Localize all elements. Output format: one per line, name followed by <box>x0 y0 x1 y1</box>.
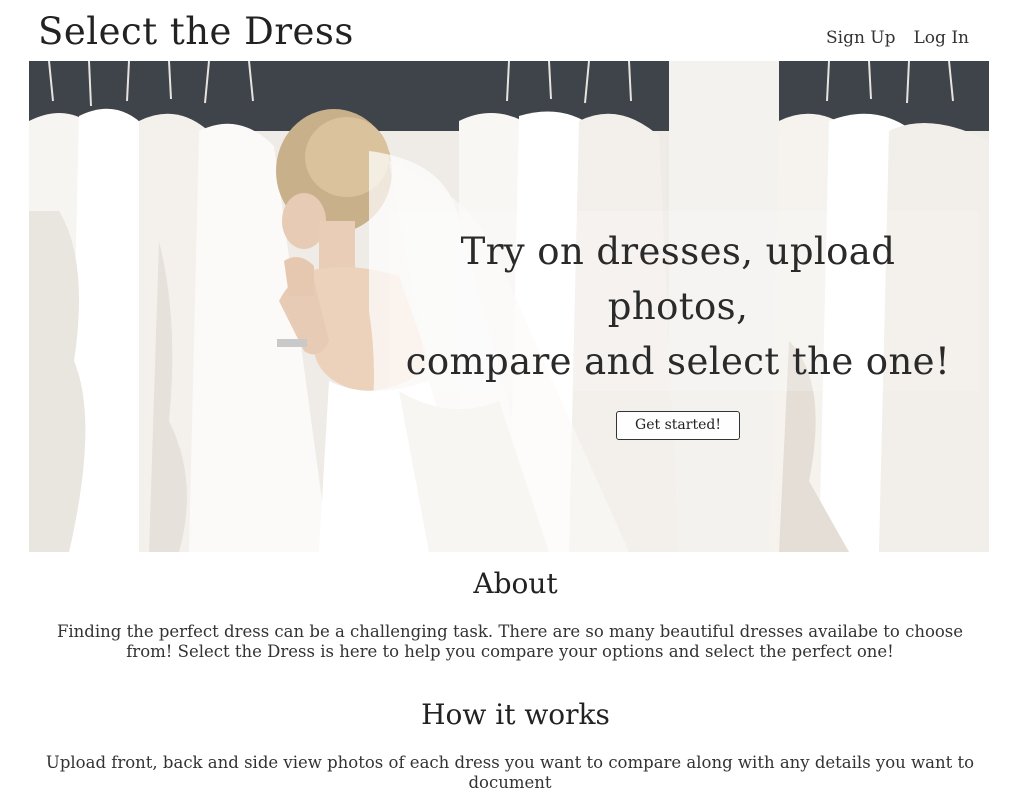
hero-copy: Try on dresses, upload photos, compare a… <box>391 224 965 440</box>
get-started-button[interactable]: Get started! <box>616 411 740 440</box>
page: Select the Dress Sign Up Log In Try on d… <box>0 0 1031 799</box>
hero-headline-line-1: Try on dresses, upload photos, <box>460 230 896 328</box>
top-nav: Sign Up Log In <box>826 28 969 48</box>
how-it-works-text: Upload front, back and side view photos … <box>45 753 975 792</box>
log-in-link[interactable]: Log In <box>914 28 969 48</box>
hero-headline: Try on dresses, upload photos, compare a… <box>391 224 965 389</box>
hero-banner: Try on dresses, upload photos, compare a… <box>29 61 989 552</box>
top-bar: Select the Dress Sign Up Log In <box>0 0 1031 60</box>
how-it-works-heading: How it works <box>421 698 610 731</box>
about-heading: About <box>473 567 558 600</box>
about-text: Finding the perfect dress can be a chall… <box>56 622 964 661</box>
hero-headline-line-2: compare and select the one! <box>405 340 951 383</box>
brand-logo-link[interactable]: Select the Dress <box>38 10 354 53</box>
sign-up-link[interactable]: Sign Up <box>826 28 896 48</box>
